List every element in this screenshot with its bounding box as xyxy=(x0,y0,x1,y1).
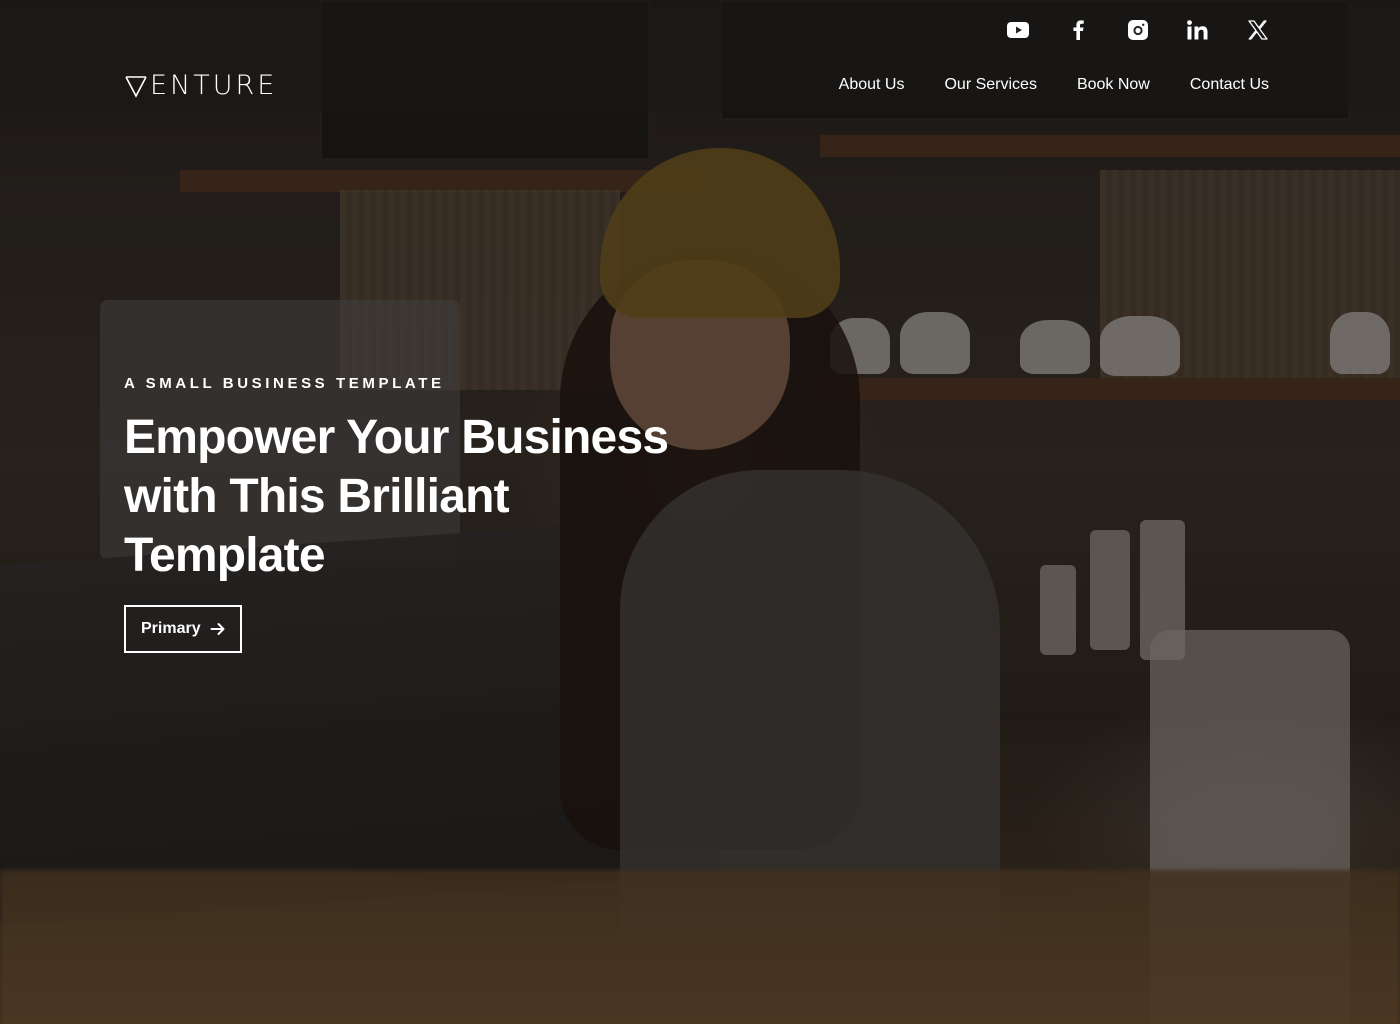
youtube-icon[interactable] xyxy=(1006,14,1030,46)
site-header: ENTURE About Us Our Services Book Now Co… xyxy=(0,0,1400,111)
hero-title-line: with This Brilliant xyxy=(124,470,510,523)
brand-logo[interactable]: ENTURE xyxy=(124,70,277,101)
page: ENTURE About Us Our Services Book Now Co… xyxy=(0,0,1400,1024)
nav-link-book-now[interactable]: Book Now xyxy=(1077,76,1150,94)
instagram-icon[interactable] xyxy=(1126,14,1150,46)
facebook-icon[interactable] xyxy=(1066,14,1090,46)
social-links xyxy=(1006,14,1270,46)
nav-link-our-services[interactable]: Our Services xyxy=(944,76,1036,94)
hero-title-line: Empower Your Business xyxy=(124,411,669,464)
x-twitter-icon[interactable] xyxy=(1246,14,1270,46)
nav-link-about-us[interactable]: About Us xyxy=(839,76,905,94)
brand-logo-text: ENTURE xyxy=(150,70,278,101)
primary-button-label: Primary xyxy=(141,620,201,637)
hero-section: A Small Business Template Empower Your B… xyxy=(124,375,684,653)
hero-title-line: Template xyxy=(124,529,326,582)
linkedin-icon[interactable] xyxy=(1186,14,1210,46)
logo-v-mark xyxy=(125,75,147,98)
arrow-right-icon xyxy=(210,623,225,635)
main-nav: About Us Our Services Book Now Contact U… xyxy=(839,76,1269,94)
hero-title: Empower Your Business with This Brillian… xyxy=(124,408,684,585)
nav-link-contact-us[interactable]: Contact Us xyxy=(1190,76,1269,94)
hero-eyebrow: A Small Business Template xyxy=(124,375,445,392)
primary-button[interactable]: Primary xyxy=(124,605,242,653)
